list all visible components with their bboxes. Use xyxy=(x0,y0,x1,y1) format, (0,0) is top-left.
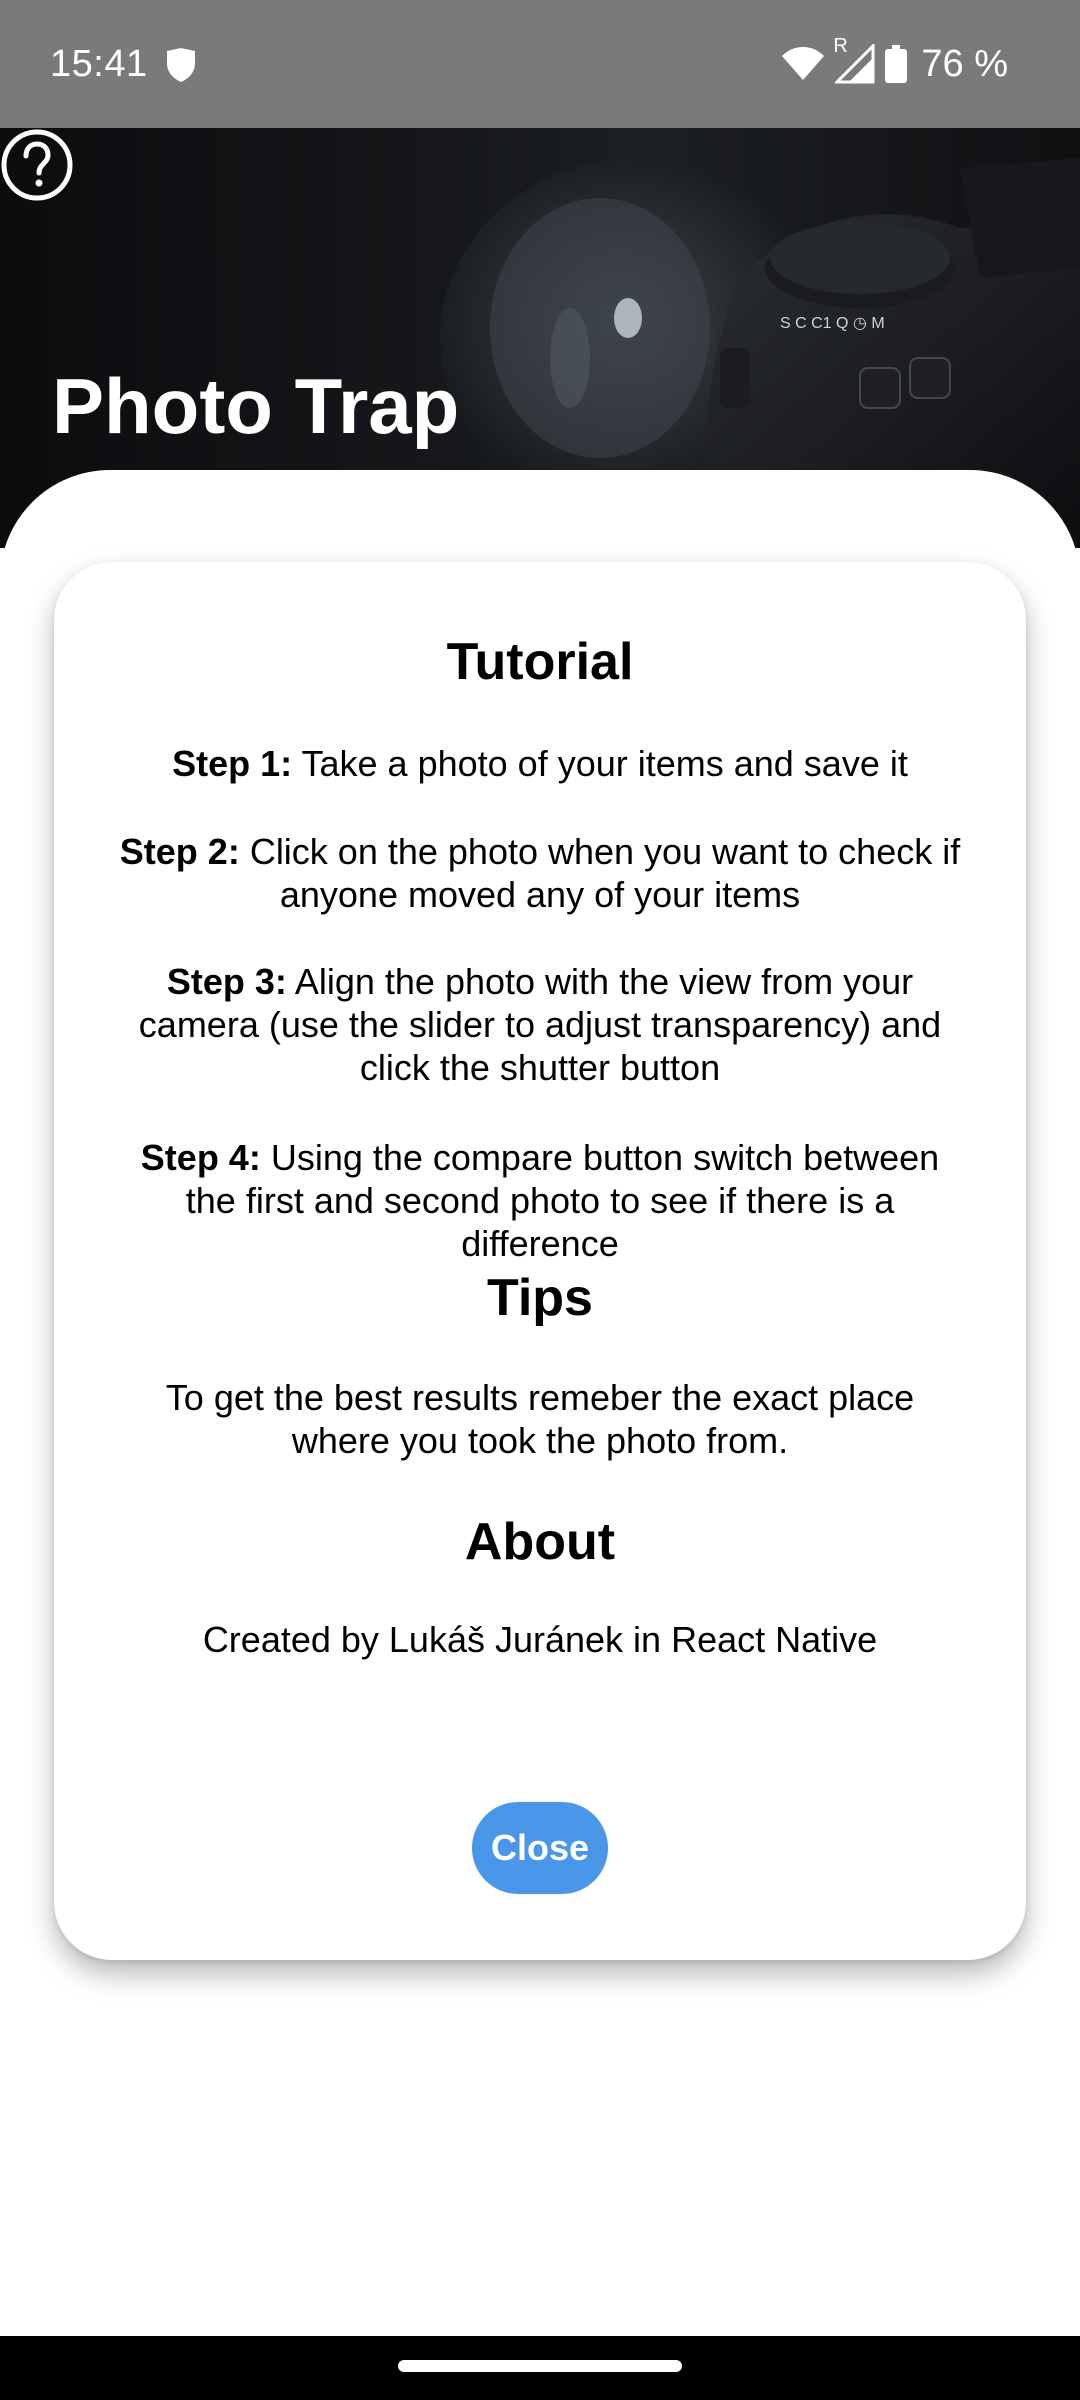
status-icons: R 76 % xyxy=(781,36,1008,88)
status-bar: 15:41 R 76 % xyxy=(0,0,1080,128)
step-4-description: Using the compare button switch between … xyxy=(185,1137,940,1264)
home-gesture-handle[interactable] xyxy=(398,2360,682,2372)
battery-percentage: 76 % xyxy=(921,43,1008,85)
app-title: Photo Trap xyxy=(52,362,460,450)
tutorial-modal: Tutorial Step 1: Take a photo of your it… xyxy=(54,562,1026,1960)
step-4-text: Step 4: Using the compare button switch … xyxy=(114,1136,966,1265)
about-text: Created by Lukáš Juránek in React Native xyxy=(202,1619,878,1660)
battery-icon xyxy=(885,45,908,83)
about-heading: About xyxy=(464,1513,616,1571)
step-2-text: Step 2: Click on the photo when you want… xyxy=(114,830,966,916)
step-1-text: Step 1: Take a photo of your items and s… xyxy=(114,742,966,785)
help-button[interactable] xyxy=(0,128,74,202)
step-3-label: Step 3: xyxy=(166,961,287,1002)
svg-text:S C C1 Q ◷ M: S C C1 Q ◷ M xyxy=(780,315,885,332)
roaming-indicator: R xyxy=(833,35,848,57)
shield-icon xyxy=(167,48,195,82)
tutorial-heading: Tutorial xyxy=(446,633,634,691)
signal-icon: R xyxy=(833,36,875,84)
tips-heading: Tips xyxy=(487,1269,593,1327)
close-button[interactable]: Close xyxy=(472,1802,608,1894)
wifi-icon xyxy=(782,47,825,80)
tips-text: To get the best results remeber the exac… xyxy=(165,1377,915,1461)
step-2-description: Click on the photo when you want to chec… xyxy=(239,831,961,915)
status-time: 15:41 xyxy=(50,43,148,85)
step-3-text: Step 3: Align the photo with the view fr… xyxy=(114,960,966,1089)
step-1-label: Step 1: xyxy=(172,743,293,784)
step-1-description: Take a photo of your items and save it xyxy=(292,743,908,784)
step-4-label: Step 4: xyxy=(140,1137,261,1178)
step-2-label: Step 2: xyxy=(119,831,240,872)
